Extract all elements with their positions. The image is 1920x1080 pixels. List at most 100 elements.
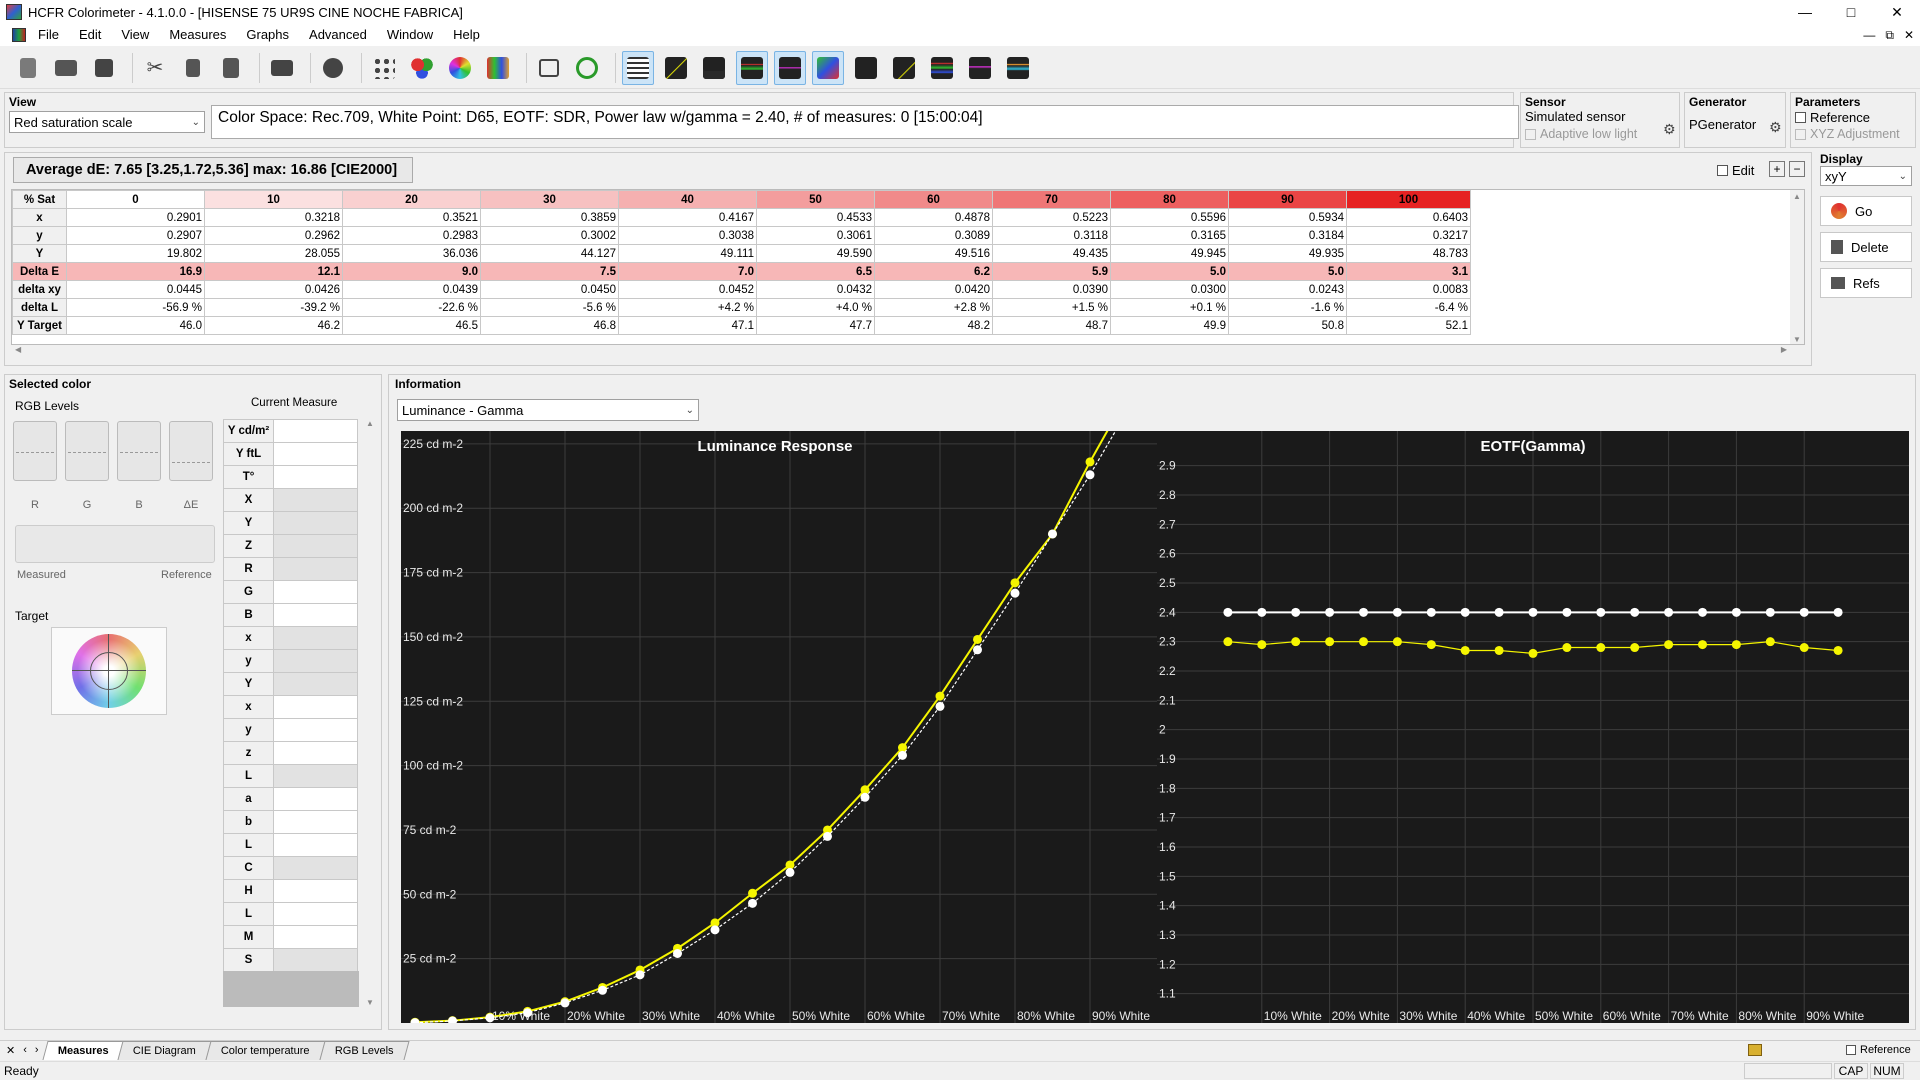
table-cell[interactable]: 46.2 bbox=[204, 316, 343, 335]
column-header[interactable]: 100 bbox=[1346, 190, 1471, 209]
gray-patches-icon[interactable] bbox=[368, 51, 400, 85]
screenshot-icon[interactable] bbox=[533, 51, 565, 85]
color-grid-icon[interactable] bbox=[482, 51, 514, 85]
table-cell[interactable]: 0.0432 bbox=[756, 280, 875, 299]
close-button[interactable]: ✕ bbox=[1874, 0, 1920, 24]
table-cell[interactable]: 48.2 bbox=[874, 316, 993, 335]
table-view-icon[interactable] bbox=[622, 50, 654, 85]
de-graph-icon[interactable] bbox=[774, 50, 806, 85]
table-cell[interactable]: 0.3002 bbox=[480, 226, 619, 245]
table-cell[interactable]: -6.4 % bbox=[1346, 298, 1471, 317]
table-cell[interactable]: +0.1 % bbox=[1110, 298, 1229, 317]
menu-help[interactable]: Help bbox=[443, 24, 490, 46]
tab-measures[interactable]: Measures bbox=[42, 1041, 124, 1060]
generator-gear-icon[interactable]: ⚙ bbox=[1769, 119, 1782, 136]
luminance-graph-icon[interactable] bbox=[698, 51, 730, 85]
table-cell[interactable]: 0.0420 bbox=[874, 280, 993, 299]
table-cell[interactable]: -39.2 % bbox=[204, 298, 343, 317]
mdi-minimize-button[interactable]: — bbox=[1863, 24, 1875, 46]
table-cell[interactable]: 0.3165 bbox=[1110, 226, 1229, 245]
table-cell[interactable]: 0.4167 bbox=[618, 208, 757, 227]
table-cell[interactable]: 50.8 bbox=[1228, 316, 1347, 335]
mdi-close-button[interactable]: ✕ bbox=[1904, 24, 1914, 46]
table-cell[interactable]: 0.0243 bbox=[1228, 280, 1347, 299]
table-cell[interactable]: 5.9 bbox=[992, 262, 1111, 281]
tab-color-temperature[interactable]: Color temperature bbox=[205, 1041, 326, 1060]
table-cell[interactable]: 52.1 bbox=[1346, 316, 1471, 335]
table-cell[interactable]: 0.3118 bbox=[992, 226, 1111, 245]
reference-checkbox[interactable]: Reference bbox=[1795, 110, 1870, 125]
table-cell[interactable]: +1.5 % bbox=[992, 298, 1111, 317]
table-cell[interactable]: 0.2907 bbox=[66, 226, 205, 245]
table-cell[interactable]: 49.945 bbox=[1110, 244, 1229, 263]
column-header[interactable]: 0 bbox=[66, 190, 205, 209]
new-icon[interactable] bbox=[12, 51, 44, 85]
print-icon[interactable] bbox=[266, 51, 298, 85]
table-cell[interactable]: 0.5596 bbox=[1110, 208, 1229, 227]
table-cell[interactable]: 0.3184 bbox=[1228, 226, 1347, 245]
menu-edit[interactable]: Edit bbox=[69, 24, 111, 46]
menu-advanced[interactable]: Advanced bbox=[299, 24, 377, 46]
table-cell[interactable]: 0.0300 bbox=[1110, 280, 1229, 299]
table-cell[interactable]: 0.2901 bbox=[66, 208, 205, 227]
table-cell[interactable]: 47.1 bbox=[618, 316, 757, 335]
column-header[interactable]: 70 bbox=[992, 190, 1111, 209]
primaries-icon[interactable] bbox=[406, 51, 438, 85]
table-cell[interactable]: 36.036 bbox=[342, 244, 481, 263]
table-cell[interactable]: 0.3859 bbox=[480, 208, 619, 227]
open-folder-icon[interactable] bbox=[50, 51, 82, 85]
table-cell[interactable]: 49.935 bbox=[1228, 244, 1347, 263]
table-cell[interactable]: 0.0452 bbox=[618, 280, 757, 299]
table-cell[interactable]: 0.0445 bbox=[66, 280, 205, 299]
table-cell[interactable]: 0.6403 bbox=[1346, 208, 1471, 227]
display-select[interactable]: xyY ⌄ bbox=[1820, 166, 1912, 186]
table-cell[interactable]: 0.5934 bbox=[1228, 208, 1347, 227]
table-cell[interactable]: 0.2983 bbox=[342, 226, 481, 245]
menu-file[interactable]: File bbox=[28, 24, 69, 46]
rgb-levels-graph-icon[interactable] bbox=[736, 50, 768, 85]
tab-cie-diagram[interactable]: CIE Diagram bbox=[117, 1041, 212, 1060]
table-cell[interactable]: 6.5 bbox=[756, 262, 875, 281]
tab-rgb-levels[interactable]: RGB Levels bbox=[319, 1041, 410, 1060]
maximize-button[interactable]: □ bbox=[1828, 0, 1874, 24]
table-cell[interactable]: 0.4533 bbox=[756, 208, 875, 227]
table-cell[interactable]: 48.7 bbox=[992, 316, 1111, 335]
table-cell[interactable]: -1.6 % bbox=[1228, 298, 1347, 317]
table-cell[interactable]: 44.127 bbox=[480, 244, 619, 263]
table-cell[interactable]: 0.3217 bbox=[1346, 226, 1471, 245]
copy-icon[interactable] bbox=[177, 51, 209, 85]
save-icon[interactable] bbox=[88, 51, 120, 85]
column-header[interactable]: 10 bbox=[204, 190, 343, 209]
info-icon[interactable] bbox=[317, 51, 349, 85]
table-cell[interactable]: +2.8 % bbox=[874, 298, 993, 317]
table-cell[interactable]: 0.0450 bbox=[480, 280, 619, 299]
saturation-shift-graph-icon[interactable] bbox=[964, 51, 996, 85]
table-cell[interactable]: 7.5 bbox=[480, 262, 619, 281]
table-cell[interactable]: +4.2 % bbox=[618, 298, 757, 317]
table-cell[interactable]: 0.4878 bbox=[874, 208, 993, 227]
table-cell[interactable]: 0.3521 bbox=[342, 208, 481, 227]
column-header[interactable]: 60 bbox=[874, 190, 993, 209]
vertical-scrollbar[interactable]: ▲ ▼ bbox=[1790, 190, 1804, 344]
table-cell[interactable]: -56.9 % bbox=[66, 298, 205, 317]
table-cell[interactable]: 49.9 bbox=[1110, 316, 1229, 335]
add-icon[interactable]: + bbox=[1769, 161, 1785, 177]
table-cell[interactable]: 12.1 bbox=[204, 262, 343, 281]
table-cell[interactable]: 7.0 bbox=[618, 262, 757, 281]
minimize-button[interactable]: — bbox=[1782, 0, 1828, 24]
color-temp-graph-icon[interactable] bbox=[850, 51, 882, 85]
table-cell[interactable]: 49.516 bbox=[874, 244, 993, 263]
table-cell[interactable]: 48.783 bbox=[1346, 244, 1471, 263]
adaptive-low-light-checkbox[interactable]: Adaptive low light bbox=[1525, 127, 1637, 141]
column-header[interactable]: 20 bbox=[342, 190, 481, 209]
table-cell[interactable]: 0.3038 bbox=[618, 226, 757, 245]
xyz-adjustment-checkbox[interactable]: XYZ Adjustment bbox=[1795, 127, 1900, 141]
table-cell[interactable]: 0.3061 bbox=[756, 226, 875, 245]
edit-checkbox[interactable]: Edit bbox=[1717, 163, 1754, 178]
table-cell[interactable]: 0.0439 bbox=[342, 280, 481, 299]
tab-close-icon[interactable]: ✕ bbox=[6, 1044, 15, 1057]
refs-button[interactable]: Refs bbox=[1820, 268, 1912, 298]
menu-window[interactable]: Window bbox=[377, 24, 443, 46]
delete-button[interactable]: Delete bbox=[1820, 232, 1912, 262]
menu-view[interactable]: View bbox=[111, 24, 159, 46]
